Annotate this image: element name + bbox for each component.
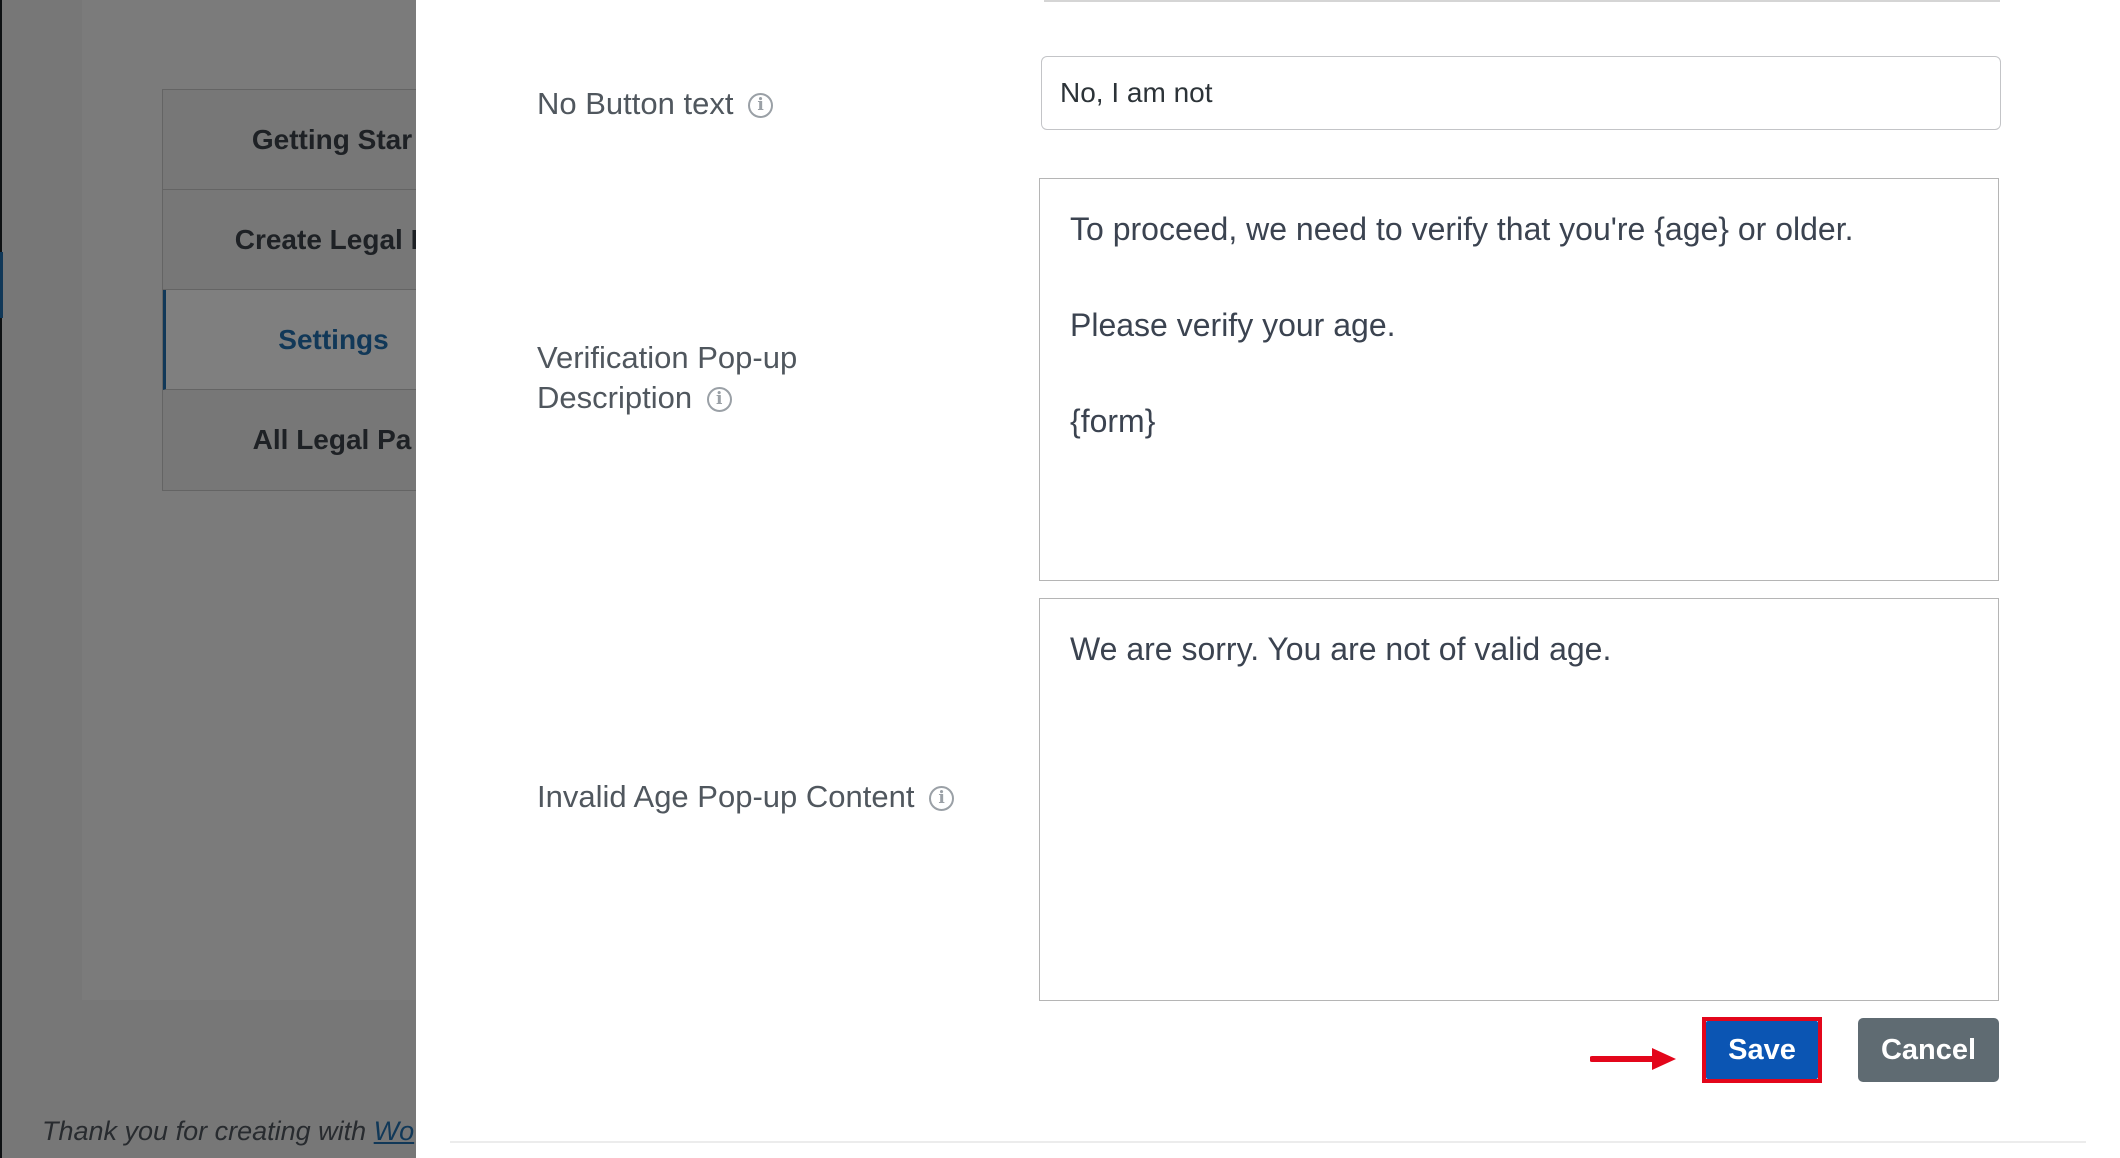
verification-description-label: Verification Pop-up Description i <box>537 338 797 418</box>
info-icon[interactable]: i <box>706 387 732 413</box>
verification-description-label-line2-wrap: Description i <box>537 378 797 418</box>
textarea-line <box>1070 349 1968 397</box>
cancel-button[interactable]: Cancel <box>1858 1018 1999 1082</box>
save-button[interactable]: Save <box>1706 1021 1818 1079</box>
textarea-line <box>1070 253 1968 301</box>
invalid-age-content-label-text: Invalid Age Pop-up Content <box>537 779 915 814</box>
textarea-line: We are sorry. You are not of valid age. <box>1070 631 1612 667</box>
no-button-text-input[interactable] <box>1041 56 2001 130</box>
info-icon[interactable]: i <box>929 786 955 812</box>
previous-field-bottom-border <box>1044 0 2000 2</box>
textarea-line: To proceed, we need to verify that you'r… <box>1070 211 1854 247</box>
no-button-text-label: No Button text i <box>537 84 774 124</box>
red-arrow-right-icon <box>1590 1048 1676 1070</box>
invalid-age-content-label: Invalid Age Pop-up Content i <box>537 777 955 817</box>
verification-description-label-line1: Verification Pop-up <box>537 340 798 375</box>
invalid-age-content-textarea[interactable]: We are sorry. You are not of valid age. <box>1039 598 1999 1001</box>
modal-bottom-divider <box>450 1141 2086 1143</box>
no-button-text-label-text: No Button text <box>537 86 734 121</box>
textarea-line: Please verify your age. <box>1070 307 1396 343</box>
info-icon[interactable]: i <box>748 93 774 119</box>
verification-description-label-line2: Description <box>537 380 693 415</box>
verification-description-textarea[interactable]: To proceed, we need to verify that you'r… <box>1039 178 1999 581</box>
textarea-line: {form} <box>1070 403 1156 439</box>
